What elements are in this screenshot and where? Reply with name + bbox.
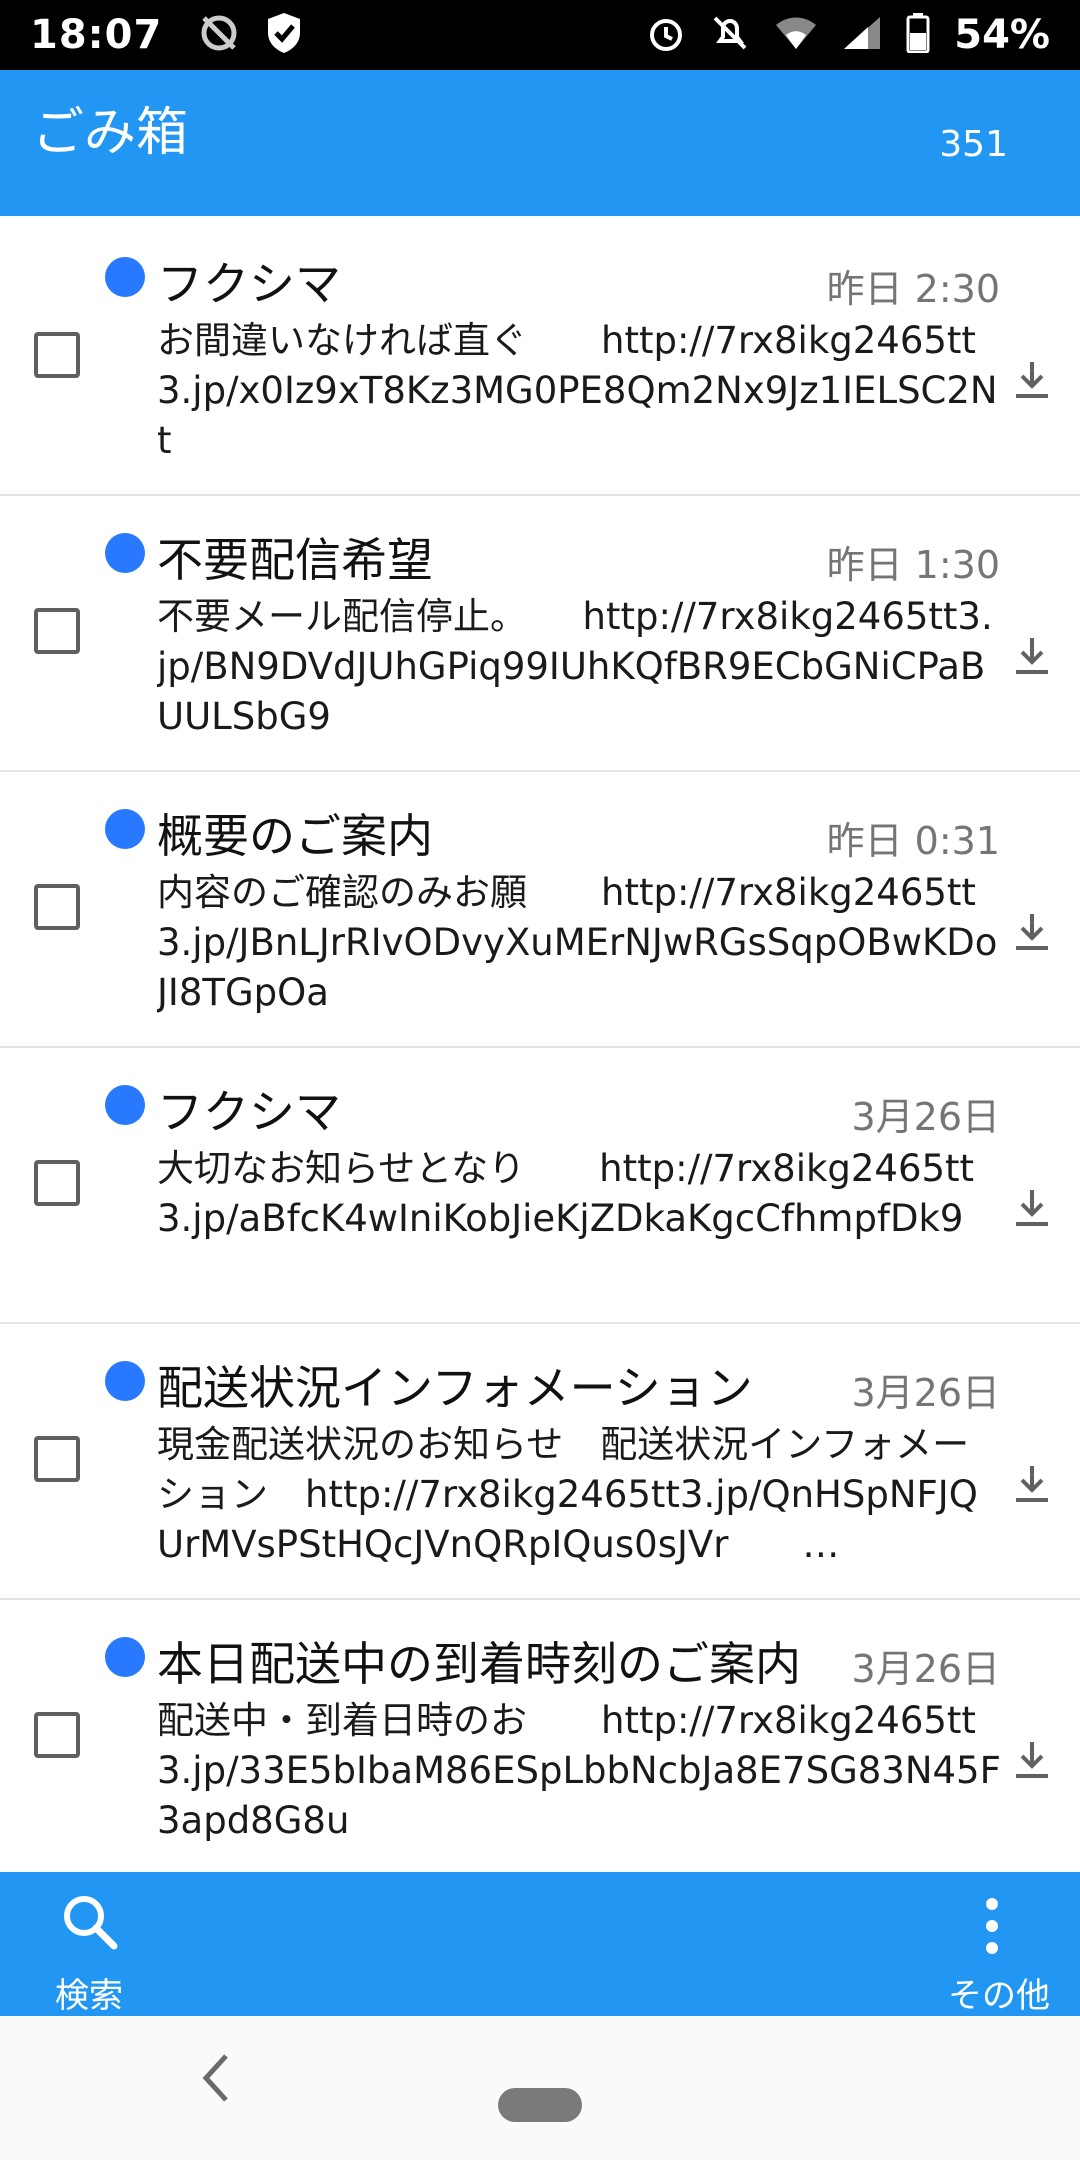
search-icon xyxy=(58,1890,122,1958)
list-item[interactable]: 本日配送中の到着時刻のご案内 3月26日 配送中・到着日時のお http://7… xyxy=(0,1600,1080,1876)
home-pill[interactable] xyxy=(498,2088,582,2122)
back-icon[interactable] xyxy=(196,2052,236,2104)
message-count: 351 xyxy=(939,124,1008,165)
sender-name: 概要のご案内 xyxy=(157,809,433,863)
list-item[interactable]: 配送状況インフォメーション 3月26日 現金配送状況のお知らせ 配送状況インフォ… xyxy=(0,1324,1080,1600)
signal-icon xyxy=(842,15,882,55)
more-vert-icon xyxy=(982,1896,1002,1960)
unread-dot-icon xyxy=(105,1085,145,1125)
bottom-action-bar: 検索 その他 xyxy=(0,1872,1080,2016)
message-preview: 配送中・到着日時のお http://7rx8ikg2465tt3.jp/33E5… xyxy=(157,1699,1001,1842)
download-icon[interactable] xyxy=(1010,1186,1054,1230)
select-checkbox[interactable] xyxy=(34,1712,80,1758)
sender-name: 配送状況インフォメーション xyxy=(157,1361,753,1415)
more-button[interactable]: その他 xyxy=(920,1890,1050,2016)
status-bar: 18:07 54% xyxy=(0,0,1080,70)
wifi-icon xyxy=(774,15,818,55)
no-sync-icon xyxy=(198,12,240,58)
download-icon[interactable] xyxy=(1010,634,1054,678)
download-icon[interactable] xyxy=(1010,358,1054,402)
unread-dot-icon xyxy=(105,1637,145,1677)
message-date: 3月26日 xyxy=(851,1371,1000,1415)
sender-name: 本日配送中の到着時刻のご案内 xyxy=(157,1637,801,1691)
search-label: 検索 xyxy=(55,1976,123,2016)
search-button[interactable]: 検索 xyxy=(30,1890,150,2016)
message-date: 昨日 2:30 xyxy=(826,267,1000,311)
select-checkbox[interactable] xyxy=(34,608,80,654)
message-preview: 不要メール配信停止。 http://7rx8ikg2465tt3.jp/BN9D… xyxy=(157,595,993,738)
message-date: 昨日 0:31 xyxy=(826,819,1000,863)
mute-icon xyxy=(710,13,750,57)
app-bar: ごみ箱 351 xyxy=(0,70,1080,216)
select-checkbox[interactable] xyxy=(34,1160,80,1206)
download-icon[interactable] xyxy=(1010,1738,1054,1782)
message-date: 3月26日 xyxy=(851,1095,1000,1139)
message-preview: 現金配送状況のお知らせ 配送状況インフォメーション http://7rx8ikg… xyxy=(157,1423,978,1566)
unread-dot-icon xyxy=(105,257,145,297)
select-checkbox[interactable] xyxy=(34,1436,80,1482)
status-time: 18:07 xyxy=(30,12,163,58)
list-item[interactable]: 概要のご案内 昨日 0:31 内容のご確認のみお願 http://7rx8ikg… xyxy=(0,772,1080,1048)
message-preview: 大切なお知らせとなり http://7rx8ikg2465tt3.jp/aBfc… xyxy=(157,1147,975,1240)
message-date: 3月26日 xyxy=(851,1647,1000,1691)
sender-name: 不要配信希望 xyxy=(157,533,433,587)
unread-dot-icon xyxy=(105,533,145,573)
more-label: その他 xyxy=(948,1976,1050,2016)
download-icon[interactable] xyxy=(1010,1462,1054,1506)
battery-icon xyxy=(906,13,930,57)
unread-dot-icon xyxy=(105,1361,145,1401)
battery-percent: 54% xyxy=(954,12,1050,58)
select-checkbox[interactable] xyxy=(34,884,80,930)
page-title: ごみ箱 xyxy=(32,103,189,163)
alarm-icon xyxy=(646,13,686,57)
message-date: 昨日 1:30 xyxy=(826,543,1000,587)
select-checkbox[interactable] xyxy=(34,332,80,378)
sender-name: フクシマ xyxy=(157,1085,341,1139)
shield-icon xyxy=(264,11,304,59)
message-preview: お間違いなければ直ぐ http://7rx8ikg2465tt3.jp/x0Iz… xyxy=(157,319,998,462)
sender-name: フクシマ xyxy=(157,257,341,311)
unread-dot-icon xyxy=(105,809,145,849)
download-icon[interactable] xyxy=(1010,910,1054,954)
message-list: フクシマ 昨日 2:30 お間違いなければ直ぐ http://7rx8ikg24… xyxy=(0,220,1080,1876)
system-nav-bar xyxy=(0,2016,1080,2160)
list-item[interactable]: フクシマ 3月26日 大切なお知らせとなり http://7rx8ikg2465… xyxy=(0,1048,1080,1324)
message-preview: 内容のご確認のみお願 http://7rx8ikg2465tt3.jp/JBnL… xyxy=(157,871,998,1014)
list-item[interactable]: フクシマ 昨日 2:30 お間違いなければ直ぐ http://7rx8ikg24… xyxy=(0,220,1080,496)
list-item[interactable]: 不要配信希望 昨日 1:30 不要メール配信停止。 http://7rx8ikg… xyxy=(0,496,1080,772)
